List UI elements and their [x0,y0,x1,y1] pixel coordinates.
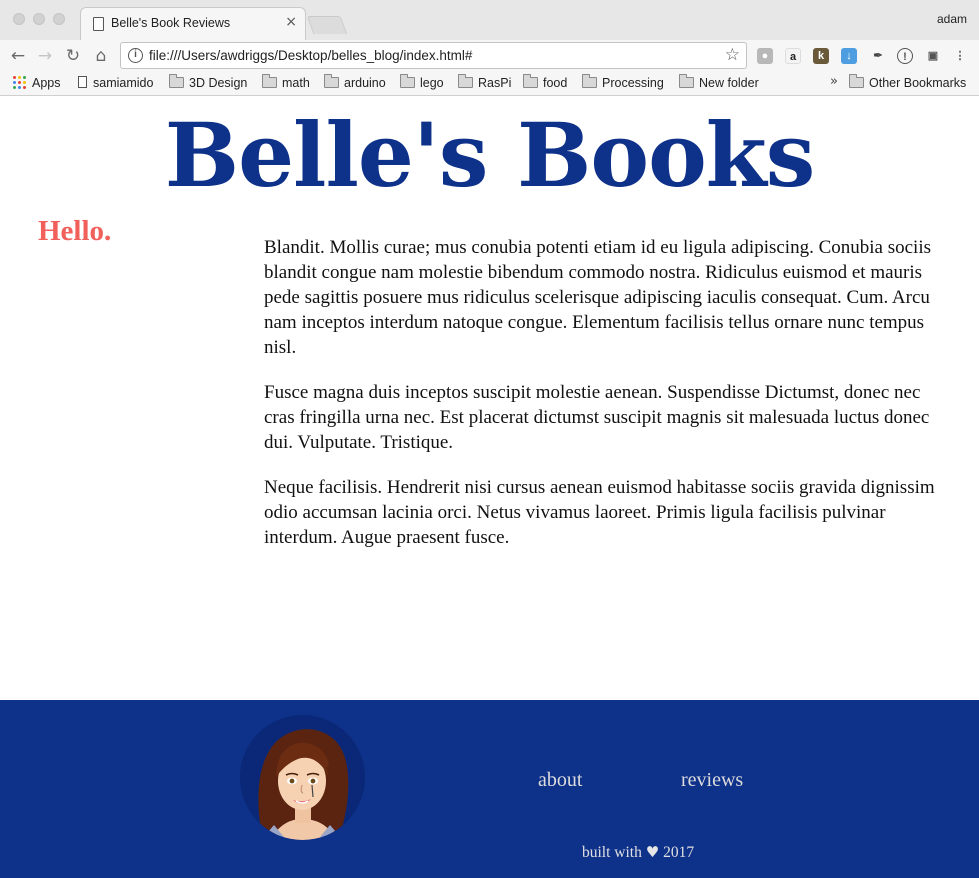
menu-kebab-icon[interactable]: ⋮ [952,48,968,64]
folder-icon [679,74,694,88]
bookmark-label: samiamido [93,76,154,90]
folder-icon [458,74,473,88]
bookmark-label: 3D Design [189,76,248,90]
browser-toolbar: ← → ↻ ⌂ i file:///Users/awdriggs/Desktop… [0,40,979,72]
folder-icon [324,74,339,88]
bookmark-label: food [543,76,568,90]
bookmark-label: New folder [699,76,759,90]
new-tab-button[interactable] [306,16,348,34]
one-password-extension-icon[interactable]: ! [897,48,913,64]
amazon-extension-icon[interactable]: a [785,48,801,64]
camera-extension-icon[interactable]: ● [757,48,773,64]
paragraph: Neque facilisis. Hendrerit nisi cursus a… [264,477,935,548]
bookmark-label: Other Bookmarks [869,76,967,90]
bookmark-3d-design[interactable]: 3D Design [169,74,248,93]
page-content: Belle's Books Hello. Blandit. Mollis cur… [0,97,979,700]
bookmark-food[interactable]: food [523,74,568,93]
profile-name[interactable]: adam [937,12,967,26]
bookmark-processing[interactable]: Processing [582,74,664,93]
browser-titlebar: Belle's Book Reviews × adam [0,0,979,40]
footer-link-about[interactable]: about [538,769,582,792]
bookmark-label: Apps [32,76,61,90]
bookmark-label: RasPi [478,76,512,90]
paragraph: Blandit. Mollis curae; mus conubia poten… [264,237,932,358]
info-icon[interactable]: i [128,48,143,63]
bookmark-raspi[interactable]: RasPi [458,74,512,93]
page-icon [78,76,87,88]
heart-icon: ♥ [645,843,660,861]
folder-icon [400,74,415,88]
bookmark-new-folder[interactable]: New folder [679,74,759,93]
site-title: Belle's Books [164,103,816,207]
address-bar[interactable]: i file:///Users/awdriggs/Desktop/belles_… [120,42,747,69]
bookmark-other-bookmarks[interactable]: Other Bookmarks [849,74,967,93]
tab-title: Belle's Book Reviews [111,16,231,30]
folder-icon [262,74,277,88]
folder-icon [169,74,184,88]
bookmark-label: math [282,76,310,90]
download-extension-icon[interactable]: ↓ [841,48,857,64]
zoom-window-button[interactable] [53,13,65,25]
bookmark-star-icon[interactable]: ☆ [725,45,740,65]
greeting-heading: Hello. [38,215,112,247]
bookmark-apps[interactable]: Apps [13,75,61,93]
credit-year: 2017 [663,844,695,861]
url-text[interactable]: file:///Users/awdriggs/Desktop/belles_bl… [149,48,472,63]
tab-active[interactable]: Belle's Book Reviews × [80,7,306,40]
bookmark-arduino[interactable]: arduino [324,74,386,93]
folder-icon [582,74,597,88]
back-arrow-icon[interactable]: ← [6,44,30,68]
home-icon[interactable]: ⌂ [89,44,113,68]
apps-grid-icon [13,76,26,89]
belle-avatar [240,715,365,840]
credit-text: built with [582,844,642,861]
minimize-window-button[interactable] [33,13,45,25]
site-footer: about reviews built with ♥ 2017 [0,700,979,878]
bookmarks-bar: Apps samiamido 3D Design math arduino le… [0,72,979,96]
page-icon [93,17,104,31]
bookmark-label: lego [420,76,444,90]
paragraph: Fusce magna duis inceptos suscipit moles… [264,382,930,453]
eyedropper-extension-icon[interactable]: ✒ [870,48,886,64]
belle-portrait-image [240,715,365,840]
k-extension-icon[interactable]: k [813,48,829,64]
tab-close-icon[interactable]: × [285,14,297,30]
close-window-button[interactable] [13,13,25,25]
folder-icon [523,74,538,88]
reload-icon[interactable]: ↻ [61,44,85,68]
forward-arrow-icon[interactable]: → [33,44,57,68]
bookmark-label: arduino [344,76,386,90]
bookmark-label: Processing [602,76,664,90]
bookmark-samiamido[interactable]: samiamido [78,75,153,93]
footer-link-reviews[interactable]: reviews [681,769,743,792]
bookmarks-overflow-chevron-icon[interactable]: » [830,74,838,89]
footer-credit: built with ♥ 2017 [582,843,694,862]
cast-icon[interactable]: ▣ [925,48,941,64]
folder-icon [849,74,864,88]
article-body: Blandit. Mollis curae; mus conubia poten… [264,235,944,570]
bookmark-lego[interactable]: lego [400,74,444,93]
bookmark-math[interactable]: math [262,74,310,93]
